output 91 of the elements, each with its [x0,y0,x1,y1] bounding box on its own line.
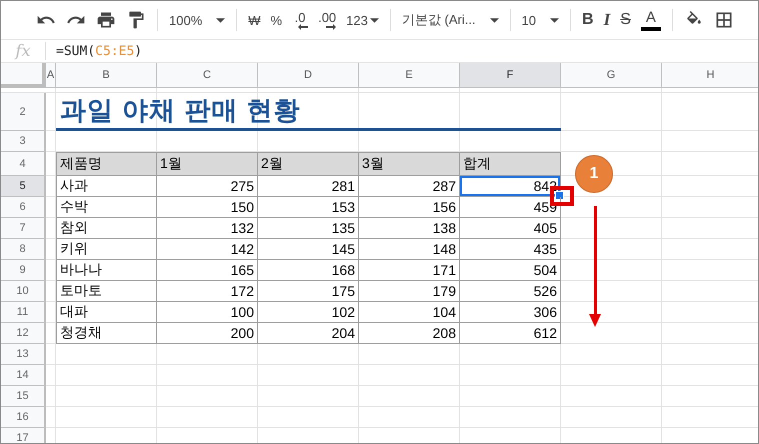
table-cell: 대파 [56,302,157,323]
row-header[interactable]: 8 [1,239,46,260]
table-header-cell: 1월 [157,152,258,176]
table-cell: 수박 [56,197,157,218]
row-header[interactable]: 9 [1,260,46,281]
row-header[interactable]: 13 [1,344,46,365]
fill-handle[interactable] [555,191,564,200]
dropdown[interactable]: 기본값 (Ari... [398,6,502,34]
table-cell[interactable]: 435 [460,239,561,260]
caret-icon [216,18,226,22]
table-cell: 200 [157,323,258,344]
row-header[interactable]: 5 [1,176,46,197]
table-cell: 150 [157,197,258,218]
row-header[interactable]: 2 [1,93,46,131]
strikethrough-button[interactable]: S [617,6,634,34]
column-header[interactable]: H [662,63,758,88]
table-cell: 145 [258,239,359,260]
italic-button[interactable]: I [600,6,614,34]
table-cell: 287 [359,176,460,197]
sheet-title: 과일 야채 판매 현황 [56,93,561,131]
table-cell: 142 [157,239,258,260]
row-header[interactable]: 12 [1,323,46,344]
caret-icon [370,18,379,22]
column-header[interactable]: B [56,63,157,88]
row-header[interactable]: 3 [1,131,46,152]
column-header[interactable]: G [561,63,662,88]
table-cell[interactable]: 526 [460,281,561,302]
column-header[interactable]: C [157,63,258,88]
row-header[interactable]: 6 [1,197,46,218]
row-header[interactable]: 17 [1,428,46,443]
table-cell: 175 [258,281,359,302]
table-cell: 104 [359,302,460,323]
table-cell: 토마토 [56,281,157,302]
table-cell: 참외 [56,218,157,239]
formula-field[interactable]: =SUM(C5:E5) [46,44,142,58]
color-bar [640,27,661,31]
table-cell: 135 [258,218,359,239]
row-header[interactable]: 7 [1,218,46,239]
column-header[interactable]: E [359,63,460,88]
table-header-cell: 합계 [460,152,561,176]
table-cell: 사과 [56,176,157,197]
column-header[interactable]: D [258,63,359,88]
right-arrow-icon [326,24,336,30]
decrease-decimal-button[interactable]: .0 [289,5,312,35]
table-cell: 275 [157,176,258,197]
table-cell: 153 [258,197,359,218]
table-cell: 132 [157,218,258,239]
caret-icon [490,18,499,22]
table-cell: 138 [359,218,460,239]
table-cell: 281 [258,176,359,197]
caret-icon [550,18,560,22]
table-cell: 172 [157,281,258,302]
row-header[interactable]: 14 [1,365,46,386]
table-cell: 100 [157,302,258,323]
table-cell: 키위 [56,239,157,260]
bold-button[interactable]: B [579,6,597,34]
table-header-cell: 2월 [258,152,359,176]
row-header[interactable]: 16 [1,407,46,428]
table-cell: 156 [359,197,460,218]
table-cell: 148 [359,239,460,260]
table-header-cell: 3월 [359,152,460,176]
dropdown[interactable]: 10 [518,6,562,34]
row-header[interactable]: 11 [1,302,46,323]
row-header[interactable]: 15 [1,386,46,407]
table-cell[interactable]: 612 [460,323,561,344]
left-arrow-icon [298,24,308,30]
table-cell: 204 [258,323,359,344]
increase-decimal-button[interactable]: .00 [315,5,340,35]
column-header[interactable]: F [460,63,561,88]
table-cell: 102 [258,302,359,323]
borders-icon [714,10,734,30]
table-cell[interactable]: 306 [460,302,561,323]
table-cell: 171 [359,260,460,281]
column-header[interactable]: A [46,63,56,88]
dropdown[interactable]: 100% [166,6,228,34]
table-cell: 208 [359,323,460,344]
printer-icon [96,10,116,30]
format-button[interactable]: ₩ [245,6,264,34]
format-menu[interactable]: 123 [343,6,382,34]
table-cell[interactable]: 405 [460,218,561,239]
row-header[interactable]: 4 [1,152,46,176]
text-color-button[interactable]: A [638,5,664,35]
table-cell: 165 [157,260,258,281]
row-header[interactable]: 10 [1,281,46,302]
table-cell: 바나나 [56,260,157,281]
table-header-cell: 제품명 [56,152,157,176]
table-cell[interactable]: 504 [460,260,561,281]
table-cell: 청경채 [56,323,157,344]
table-cell: 179 [359,281,460,302]
table-cell: 168 [258,260,359,281]
format-button[interactable]: % [268,6,286,34]
